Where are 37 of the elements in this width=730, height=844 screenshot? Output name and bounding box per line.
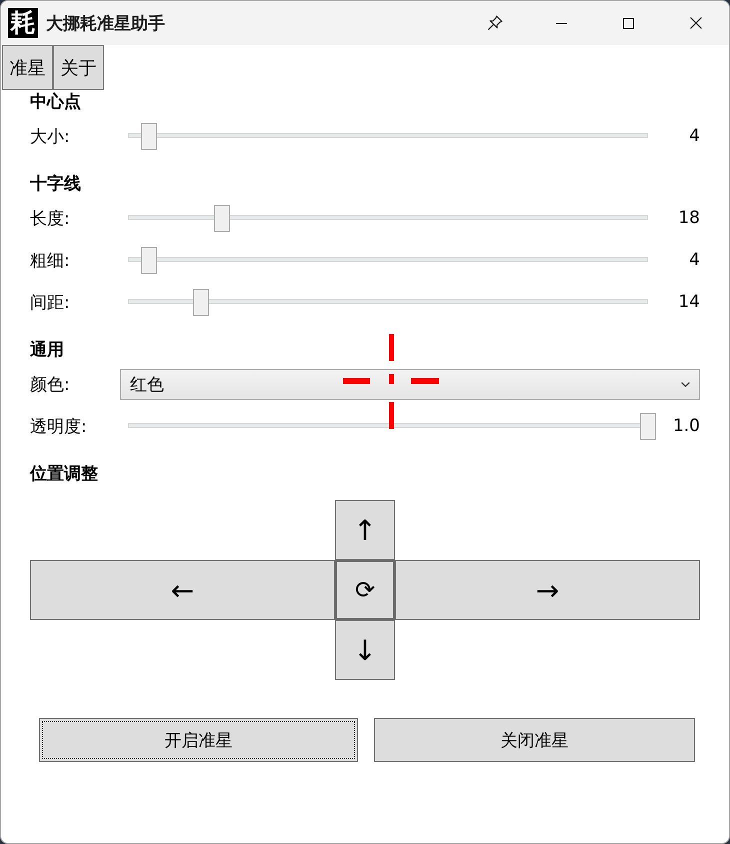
section-heading: 中心点 (30, 91, 81, 113)
move-up-button[interactable]: ↑ (335, 500, 395, 560)
action-button[interactable]: 关闭准星 (374, 718, 695, 762)
field-label: 长度: (30, 208, 70, 230)
pin-icon[interactable] (486, 15, 502, 31)
slider-value: 4 (689, 126, 700, 146)
section-heading: 十字线 (30, 173, 81, 195)
window-title: 大挪耗准星助手 (46, 12, 165, 34)
action-button[interactable]: 开启准星 (39, 718, 358, 762)
slider-thumb[interactable] (640, 412, 656, 440)
slider-thumb[interactable] (140, 122, 157, 150)
color-dropdown[interactable]: 红色 (120, 368, 700, 400)
tab[interactable]: 准星 (2, 45, 53, 90)
slider-thumb[interactable] (192, 288, 209, 316)
minimize-icon[interactable] (556, 22, 567, 24)
slider-thumb[interactable] (140, 246, 157, 274)
chevron-down-icon (681, 382, 690, 386)
field-label: 间距: (30, 292, 70, 314)
section-heading: 通用 (30, 339, 64, 361)
field-label: 大小: (30, 126, 70, 148)
app-logo: 耗 (8, 8, 38, 38)
slider-value: 4 (689, 250, 700, 270)
tab[interactable]: 关于 (53, 45, 104, 90)
move-left-button[interactable]: ← (30, 560, 335, 620)
field-label: 透明度: (30, 416, 87, 438)
move-right-button[interactable]: → (395, 560, 700, 620)
move-down-button[interactable]: ↓ (335, 620, 395, 680)
maximize-icon[interactable] (623, 18, 634, 28)
slider-value: 14 (678, 292, 700, 312)
field-label: 粗细: (30, 250, 70, 272)
section-heading: 位置调整 (30, 463, 98, 485)
slider-value: 1.0 (672, 416, 700, 436)
close-icon[interactable] (690, 17, 702, 29)
slider-thumb[interactable] (214, 204, 230, 232)
slider-value: 18 (678, 208, 700, 228)
field-label: 颜色: (30, 374, 70, 396)
reset-button[interactable]: ⟳ (335, 560, 395, 620)
